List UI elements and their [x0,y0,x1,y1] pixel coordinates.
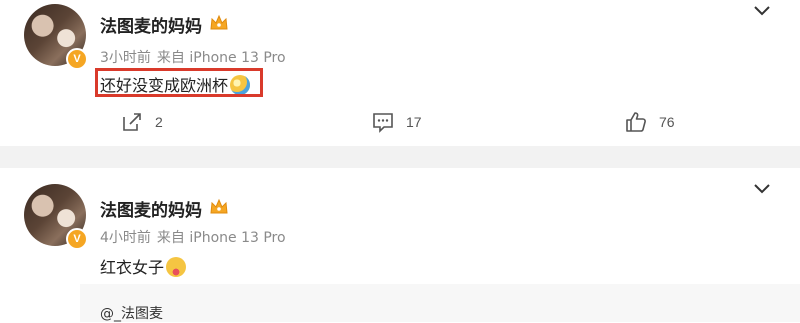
username[interactable]: 法图麦的妈妈 [100,12,202,37]
repost-quote-box[interactable] [80,284,800,322]
post-text: 红衣女子 [100,258,165,277]
post-source: 来自 iPhone 13 Pro [156,50,286,66]
repost-count: 2 [155,114,163,130]
post-source: 来自 iPhone 13 Pro [156,230,286,246]
username[interactable]: 法图麦的妈妈 [100,196,202,221]
post-content: 红衣女子 [100,254,187,278]
post-card-1: V 法图麦的妈妈 3小时前 来自 iPhone 13 Pro 还好没变成欧洲杯 2… [0,0,800,146]
like-count: 76 [659,114,675,130]
post-meta: 3小时前 来自 iPhone 13 Pro [100,47,286,67]
post-divider [0,146,800,168]
chevron-down-icon[interactable] [754,6,770,16]
verified-badge-icon: V [66,48,88,70]
comment-count: 17 [406,114,422,130]
comment-button[interactable]: 17 [372,106,422,138]
crown-icon [210,198,228,214]
repost-button[interactable]: 2 [121,106,163,138]
post-time: 4小时前 [100,230,151,246]
mention-link[interactable]: @_法图麦 [100,303,163,323]
like-button[interactable]: 76 [625,106,675,138]
action-bar: 2 17 76 [0,106,800,138]
crown-icon [210,14,228,30]
comment-icon [373,113,393,133]
post-time: 3小时前 [100,50,151,66]
verified-badge-icon: V [66,228,88,250]
highlight-box [95,68,263,97]
chevron-down-icon[interactable] [754,184,770,194]
thumbs-up-icon [626,112,646,132]
post-meta: 4小时前 来自 iPhone 13 Pro [100,227,286,247]
share-icon [123,113,141,131]
tongue-face-icon [166,257,187,277]
